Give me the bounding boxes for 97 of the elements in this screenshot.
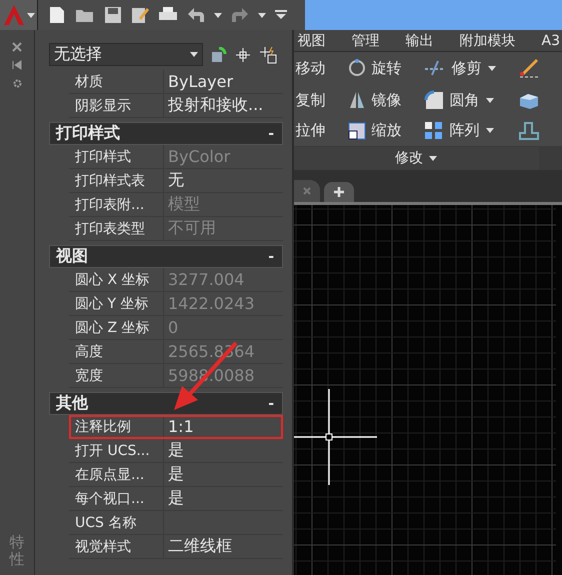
property-row[interactable]: 打印样式表 无 bbox=[69, 169, 283, 193]
tool-button[interactable]: 阵列 bbox=[424, 120, 518, 141]
save-icon[interactable] bbox=[104, 6, 122, 24]
tool-button[interactable]: 缩放 bbox=[348, 121, 424, 140]
property-value: 是 bbox=[167, 463, 185, 485]
property-value: 无 bbox=[167, 169, 185, 191]
section-title: 打印样式 bbox=[56, 123, 120, 144]
property-label: 圆心 Y 坐标 bbox=[69, 292, 164, 315]
property-label: 每个视口... bbox=[69, 487, 164, 510]
tool-button[interactable]: 复制 bbox=[296, 90, 348, 110]
property-label: 打印样式表 bbox=[69, 169, 164, 192]
redo-caret-icon[interactable] bbox=[258, 12, 266, 18]
ribbon-tab[interactable]: 视图 bbox=[296, 32, 328, 50]
collapse-toggle[interactable]: - bbox=[268, 126, 274, 142]
crosshair-icon[interactable] bbox=[235, 46, 251, 62]
ribbon-tab[interactable]: 管理 bbox=[350, 32, 382, 50]
ribbon-tab[interactable]: 输出 bbox=[404, 32, 436, 50]
property-value: 不可用 bbox=[167, 217, 217, 239]
app-menu-button[interactable] bbox=[0, 0, 38, 30]
dashed-line-icon[interactable] bbox=[424, 59, 446, 78]
select-objects-icon[interactable] bbox=[211, 46, 227, 62]
letter-a-logo-icon bbox=[2, 4, 24, 26]
tool-button[interactable]: 镜像 bbox=[348, 90, 424, 110]
property-row[interactable]: 每个视口... 是 bbox=[69, 487, 283, 511]
property-label: 圆心 Z 坐标 bbox=[69, 316, 164, 339]
caret-icon[interactable] bbox=[26, 12, 34, 18]
edit-icon[interactable] bbox=[131, 6, 149, 24]
caret-icon[interactable] bbox=[486, 98, 494, 103]
property-value: ByLayer bbox=[167, 71, 234, 93]
property-value: 二维线框 bbox=[167, 535, 233, 557]
ribbon-tab[interactable]: A3 bbox=[540, 32, 562, 49]
property-value: 是 bbox=[167, 487, 185, 509]
palette-title: 特性 bbox=[10, 534, 24, 567]
property-value: 3277.004 bbox=[167, 269, 246, 291]
selection-dropdown[interactable]: 无选择 bbox=[49, 43, 203, 66]
property-value: 投射和接收... bbox=[167, 94, 264, 116]
property-row[interactable]: 在原点显... 是 bbox=[69, 463, 283, 487]
scale-icon[interactable] bbox=[348, 122, 366, 140]
mirror-icon[interactable] bbox=[348, 91, 366, 110]
property-label: 宽度 bbox=[69, 364, 164, 387]
tool-button[interactable]: 拉伸 bbox=[296, 121, 348, 140]
caret-icon[interactable] bbox=[488, 66, 496, 71]
property-label: UCS 名称 bbox=[69, 511, 164, 534]
undo-icon[interactable] bbox=[187, 7, 205, 23]
section-title: 视图 bbox=[56, 246, 88, 267]
tool-button[interactable]: 修剪 bbox=[424, 58, 518, 78]
collapse-toggle[interactable]: - bbox=[268, 248, 274, 264]
property-row[interactable]: 阴影显示 投射和接收... bbox=[69, 94, 283, 118]
tool-button[interactable]: 旋转 bbox=[348, 58, 424, 78]
property-row[interactable]: 注释比例 1:1 bbox=[69, 415, 283, 439]
section-header[interactable]: 打印样式 - bbox=[49, 122, 283, 145]
close-icon[interactable] bbox=[12, 42, 22, 52]
quick-select-icon[interactable] bbox=[259, 46, 277, 64]
section-title: 其他 bbox=[56, 393, 88, 414]
grid-icon[interactable] bbox=[424, 120, 444, 141]
panel-title-button[interactable]: 修改 bbox=[294, 146, 539, 170]
property-label: 打印样式 bbox=[69, 145, 164, 168]
caret-icon[interactable] bbox=[429, 156, 438, 161]
outline-shape-icon[interactable] bbox=[518, 120, 540, 141]
rounded-corner-icon[interactable] bbox=[424, 90, 444, 110]
pin-icon[interactable] bbox=[12, 60, 22, 70]
property-row[interactable]: UCS 名称 bbox=[69, 511, 283, 535]
tool-button[interactable]: 移动 bbox=[296, 58, 348, 78]
section-header[interactable]: 视图 - bbox=[49, 245, 283, 268]
brush-icon[interactable] bbox=[518, 57, 540, 80]
property-value: 是 bbox=[167, 439, 185, 461]
tool-button[interactable]: 圆角 bbox=[424, 90, 518, 110]
property-label: 视觉样式 bbox=[69, 535, 164, 558]
caret-icon[interactable] bbox=[190, 52, 198, 57]
new-tab-button[interactable] bbox=[324, 182, 354, 202]
settings-icon[interactable] bbox=[12, 78, 22, 89]
property-value: 模型 bbox=[167, 193, 201, 215]
property-label: 打印表类型 bbox=[69, 217, 164, 240]
property-row[interactable]: 视觉样式 二维线框 bbox=[69, 535, 283, 559]
plus-icon bbox=[334, 187, 344, 197]
section-header[interactable]: 其他 - bbox=[49, 392, 283, 415]
property-label: 高度 bbox=[69, 340, 164, 363]
property-row[interactable]: 材质 ByLayer bbox=[69, 70, 283, 94]
property-label: 圆心 X 坐标 bbox=[69, 268, 164, 291]
redo-icon[interactable] bbox=[231, 7, 249, 23]
property-value: 1:1 bbox=[167, 416, 195, 438]
property-row[interactable]: 打开 UCS... 是 bbox=[69, 439, 283, 463]
undo-caret-icon[interactable] bbox=[214, 12, 222, 18]
property-label: 注释比例 bbox=[69, 415, 164, 438]
customize-menu-icon[interactable] bbox=[275, 10, 287, 20]
property-value: 0 bbox=[167, 317, 180, 339]
caret-icon[interactable] bbox=[486, 128, 494, 134]
property-value: 1422.0243 bbox=[167, 293, 256, 315]
ribbon-tab[interactable]: 附加模块 bbox=[458, 32, 518, 50]
property-label: 在原点显... bbox=[69, 463, 164, 486]
collapse-toggle[interactable]: - bbox=[268, 396, 274, 412]
property-label: 材质 bbox=[69, 70, 164, 93]
new-file-icon[interactable] bbox=[48, 6, 66, 24]
property-value: ByColor bbox=[167, 146, 232, 168]
property-label: 打印表附... bbox=[69, 193, 164, 216]
property-label: 阴影显示 bbox=[69, 94, 164, 117]
property-label: 打开 UCS... bbox=[69, 439, 164, 462]
